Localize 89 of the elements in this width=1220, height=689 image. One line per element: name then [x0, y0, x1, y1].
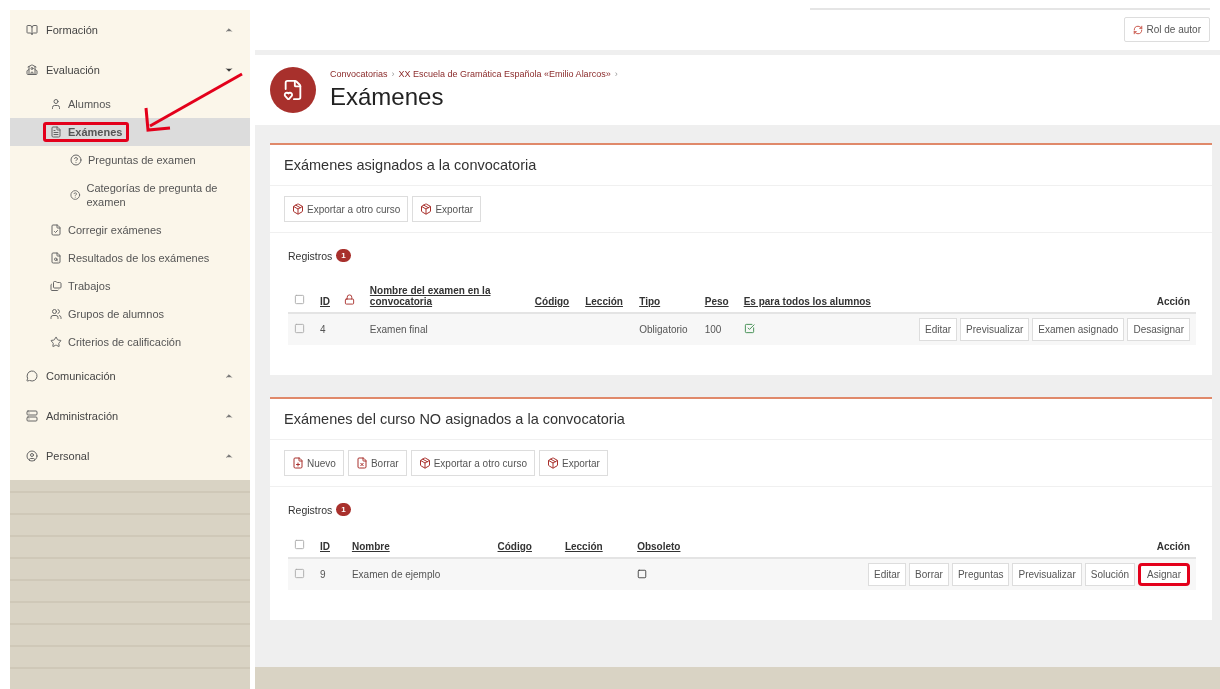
- sidebar-item[interactable]: Alumnos: [10, 90, 250, 118]
- package-icon: [418, 457, 431, 469]
- package-icon: [547, 457, 560, 469]
- column-header[interactable]: Código: [534, 296, 570, 307]
- lock-icon: [343, 294, 355, 305]
- table-cell: Examen de ejemplo: [351, 569, 441, 580]
- sidebar-section[interactable]: Evaluación: [10, 50, 250, 90]
- toolbar-button[interactable]: Exportar a otro curso: [410, 450, 536, 476]
- sidebar-item[interactable]: Resultados de los exámenes: [10, 244, 250, 272]
- breadcrumb-link[interactable]: XX Escuela de Gramática Española «Emilio Alarcos»: [398, 69, 611, 79]
- panel-title: Exámenes del curso NO asignados a la convocatoria: [270, 399, 1212, 440]
- column-header[interactable]: Es para todos los alumnos: [743, 296, 871, 307]
- action-button[interactable]: Desasignar: [1127, 318, 1190, 341]
- person-icon: [26, 450, 38, 462]
- records-count: 1: [336, 249, 351, 262]
- sidebar-item[interactable]: Exámenes: [10, 118, 250, 146]
- sidebar-section[interactable]: Personal: [10, 436, 250, 476]
- folders-icon: [50, 280, 62, 292]
- school-icon: [26, 64, 38, 76]
- action-button[interactable]: Previsualizar: [960, 318, 1030, 341]
- chat-icon: [26, 370, 38, 382]
- action-button[interactable]: Editar: [918, 318, 958, 341]
- table-cell: Examen final: [369, 324, 428, 335]
- action-button[interactable]: Editar: [867, 563, 907, 586]
- breadcrumb-link[interactable]: Convocatorias: [330, 69, 388, 79]
- file-plus-icon: [292, 457, 304, 469]
- column-header[interactable]: ID: [320, 541, 330, 552]
- breadcrumb-separator: ›: [614, 69, 618, 79]
- panel-title: Exámenes asignados a la convocatoria: [270, 145, 1212, 186]
- checkbox[interactable]: [294, 539, 305, 550]
- file-x-icon: [355, 457, 368, 469]
- question-icon: [70, 154, 82, 166]
- action-button[interactable]: Solución: [1084, 563, 1136, 586]
- table-cell: Obligatorio: [639, 324, 688, 335]
- user-icon: [50, 98, 62, 110]
- server-icon: [26, 410, 38, 422]
- document-icon: [50, 126, 62, 138]
- checkbox[interactable]: [294, 568, 305, 579]
- logo-icon: [270, 67, 316, 113]
- sidebar-section[interactable]: Formación: [10, 10, 250, 50]
- book-icon: [26, 24, 38, 36]
- toolbar-button[interactable]: Exportar: [412, 196, 482, 222]
- records-label: Registros: [288, 503, 333, 516]
- action-button[interactable]: Preguntas: [951, 563, 1010, 586]
- question-icon: [70, 189, 81, 201]
- column-header: Acción: [1156, 296, 1190, 307]
- checkbox[interactable]: [294, 294, 305, 305]
- sidebar-item[interactable]: Preguntas de examen: [10, 146, 250, 174]
- table-cell: 4: [320, 324, 326, 335]
- sidebar-item[interactable]: Categorías de pregunta de examen: [10, 174, 250, 216]
- action-button[interactable]: Borrar: [909, 563, 949, 586]
- refresh-icon: [1132, 24, 1143, 35]
- column-header[interactable]: Código: [497, 541, 532, 552]
- sidebar-section[interactable]: Comunicación: [10, 356, 250, 396]
- toolbar-button[interactable]: Exportar a otro curso: [284, 196, 409, 222]
- action-button[interactable]: Asignar: [1138, 563, 1190, 586]
- breadcrumb-separator: ›: [391, 69, 395, 79]
- toolbar-button[interactable]: Borrar: [347, 450, 407, 476]
- document-check-icon: [50, 224, 62, 236]
- column-header[interactable]: Tipo: [639, 296, 661, 307]
- column-header[interactable]: Lección: [564, 541, 603, 552]
- column-header: Acción: [1156, 541, 1190, 552]
- sidebar-item[interactable]: Criterios de calificación: [10, 328, 250, 356]
- column-header[interactable]: Lección: [585, 296, 623, 307]
- table-cell: 100: [704, 324, 722, 335]
- sidebar-section[interactable]: Administración: [10, 396, 250, 436]
- column-header[interactable]: Nombre: [351, 541, 390, 552]
- package-icon: [292, 203, 304, 215]
- toolbar-button[interactable]: Exportar: [539, 450, 608, 476]
- records-label: Registros: [288, 249, 333, 262]
- toolbar-button[interactable]: Nuevo: [284, 450, 344, 476]
- document-search-icon: [50, 252, 62, 264]
- column-header[interactable]: Peso: [704, 296, 729, 307]
- users-icon: [50, 308, 62, 320]
- role-button[interactable]: Rol de autor: [1123, 17, 1210, 42]
- page-title: Exámenes: [330, 83, 445, 111]
- sidebar-item[interactable]: Trabajos: [10, 272, 250, 300]
- records-count: 1: [336, 503, 351, 516]
- column-header[interactable]: ID: [320, 296, 330, 307]
- sidebar-item[interactable]: Corregir exámenes: [10, 216, 250, 244]
- sidebar-item[interactable]: Grupos de alumnos: [10, 300, 250, 328]
- star-icon: [50, 336, 62, 348]
- column-header[interactable]: Nombre del examen en la convocatoria: [369, 285, 510, 307]
- action-button[interactable]: Previsualizar: [1012, 563, 1082, 586]
- checkbox[interactable]: [294, 323, 305, 334]
- package-icon: [420, 203, 433, 215]
- column-header[interactable]: Obsoleto: [637, 541, 681, 552]
- table-cell: 9: [320, 569, 326, 580]
- action-button[interactable]: Examen asignado: [1032, 318, 1125, 341]
